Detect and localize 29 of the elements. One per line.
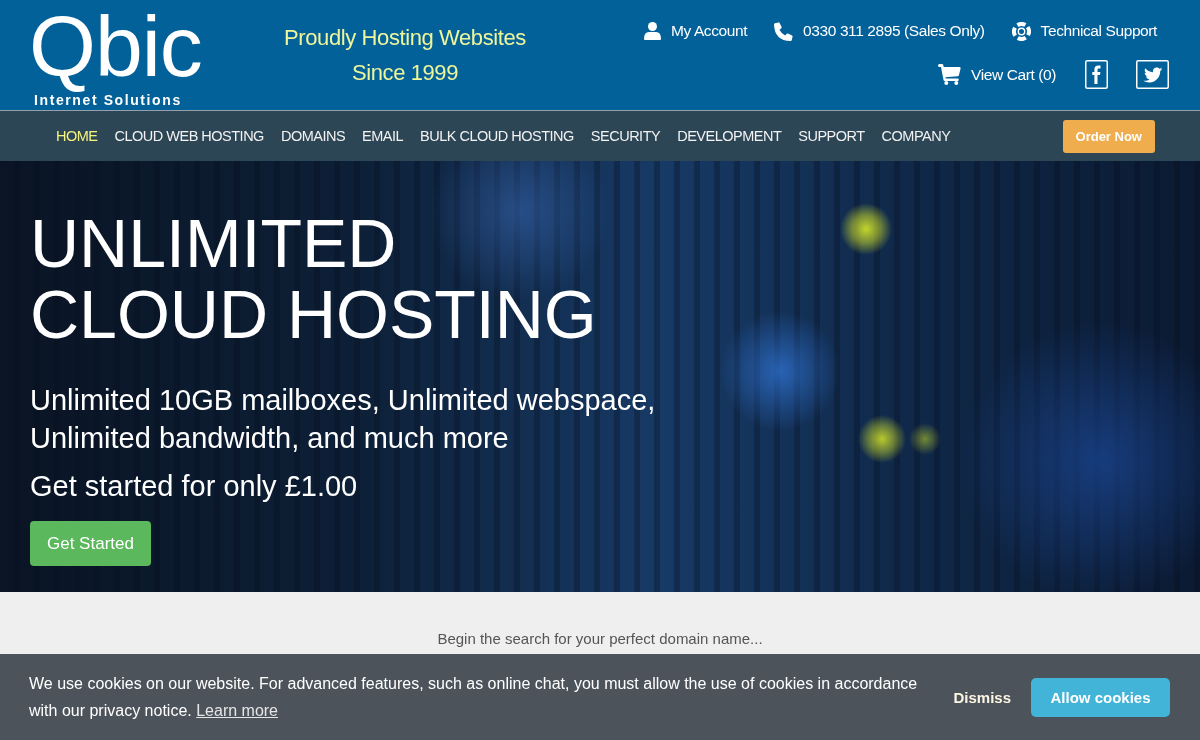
user-icon <box>644 22 661 40</box>
cart-link[interactable]: View Cart (0) <box>938 62 1056 87</box>
nav-link[interactable]: CLOUD WEB HOSTING <box>114 124 264 148</box>
nav-link[interactable]: BULK CLOUD HOSTING <box>420 124 574 148</box>
cart-icon <box>938 64 962 85</box>
learn-more-link[interactable]: Learn more <box>196 702 278 719</box>
logo-wordmark[interactable]: Qbic <box>26 0 205 92</box>
nav-link[interactable]: COMPANY <box>881 124 951 148</box>
hero-title: UNLIMITED CLOUD HOSTING <box>30 208 598 350</box>
phone-link[interactable]: 0330 311 2895 (Sales Only) <box>774 19 985 43</box>
facebook-icon[interactable] <box>1085 60 1108 89</box>
nav-link[interactable]: EMAIL <box>362 124 404 148</box>
nav-link[interactable]: DEVELOPMENT <box>677 124 782 148</box>
nav-link[interactable]: SUPPORT <box>798 124 865 148</box>
account-link[interactable]: My Account <box>644 19 748 43</box>
domain-search-prompt: Begin the search for your perfect domain name... <box>437 629 763 649</box>
dismiss-button[interactable]: Dismiss <box>949 684 1015 710</box>
phone-icon <box>774 21 794 41</box>
hero-subtitle: Unlimited 10GB mailboxes, Unlimited webspace, Unlimited bandwidth, and much more <box>30 383 657 456</box>
logo-subtitle: Internet Solutions <box>34 92 182 108</box>
tagline: Proudly Hosting Websites Since 1999 <box>284 24 526 87</box>
nav-link[interactable]: SECURITY <box>590 124 661 148</box>
nav-link[interactable]: DOMAINS <box>280 124 346 148</box>
nav-link[interactable]: HOME <box>56 124 98 148</box>
lifebuoy-icon <box>1011 21 1031 41</box>
price-line: Get started for only £1.00 <box>30 469 359 504</box>
twitter-icon[interactable] <box>1136 60 1169 89</box>
support-link[interactable]: Technical Support <box>1011 19 1157 43</box>
cookie-message: We use cookies on our website. For advanced features, such as online chat, you must allow the use of cookies in accordance with our privacy notice. Learn more <box>29 674 919 721</box>
